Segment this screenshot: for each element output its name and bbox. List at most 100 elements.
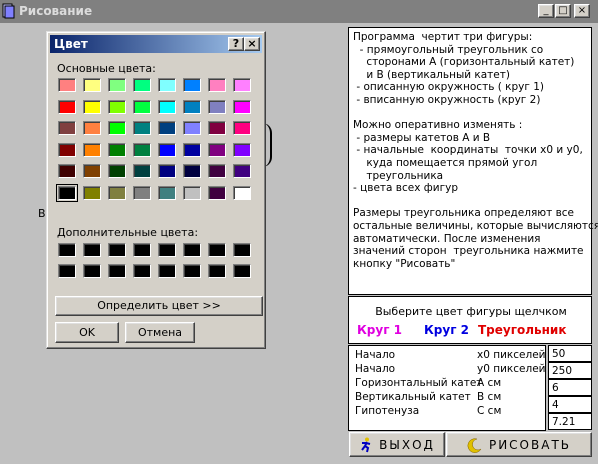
color-swatch[interactable] [108,121,126,135]
ok-button[interactable]: OK [55,322,119,343]
parameters-panel: Начало x0 пикселей Начало y0 пикселей Го… [348,345,546,431]
color-swatch[interactable] [183,78,201,92]
color-swatch[interactable] [158,142,176,157]
color-dialog: Цвет ? × Основные цвета: Дополнительные … [46,31,266,349]
exit-label: ВЫХОД [379,437,435,452]
draw-button[interactable]: РИСОВАТЬ [446,432,592,457]
color-swatch[interactable] [208,264,226,278]
color-swatch[interactable] [58,164,76,178]
dialog-close-button[interactable]: × [244,37,260,51]
color-swatch[interactable] [208,121,226,135]
param-label: Начало [355,349,396,361]
color-swatch[interactable] [208,185,226,200]
color-swatch[interactable] [208,243,226,257]
color-swatch[interactable] [158,185,176,200]
color-swatch[interactable] [133,264,151,278]
color-swatch[interactable] [158,78,176,92]
color-swatch[interactable] [58,121,76,135]
color-swatch[interactable] [183,142,201,157]
color-swatch[interactable] [183,121,201,135]
color-swatch[interactable] [183,264,201,278]
exit-button[interactable]: ВЫХОД [349,432,445,457]
color-swatch[interactable] [58,264,76,278]
basic-colors-label: Основные цвета: [57,62,156,75]
color-swatch[interactable] [233,121,251,135]
color-swatch[interactable] [56,183,78,202]
x0-input[interactable]: 50 [548,345,592,362]
param-unit: y0 пикселей [477,363,546,375]
color-swatch[interactable] [183,185,201,200]
color-swatch[interactable] [83,78,101,92]
color-swatch[interactable] [133,142,151,157]
figure-circle2[interactable]: Круг 2 [424,323,469,337]
color-swatch[interactable] [108,142,126,157]
color-swatch[interactable] [83,264,101,278]
figure-circle1[interactable]: Круг 1 [357,323,402,337]
color-swatch[interactable] [83,142,101,157]
color-swatch[interactable] [183,164,201,178]
color-swatch[interactable] [233,264,251,278]
y0-input[interactable]: 250 [548,362,592,379]
crescent-icon [467,437,482,453]
param-label: Гипотенуза [355,405,420,417]
color-swatch[interactable] [233,164,251,178]
dialog-title: Цвет [54,37,88,51]
color-swatch[interactable] [108,99,126,114]
minimize-button[interactable]: _ [538,4,554,18]
color-swatch[interactable] [83,164,101,178]
param-unit: C см [477,405,502,417]
running-man-icon [361,437,371,452]
dialog-titlebar: Цвет ? × [50,35,262,53]
color-swatch[interactable] [158,243,176,257]
param-unit: A см [477,377,502,389]
side-a-input[interactable]: 6 [548,379,592,396]
color-swatch[interactable] [58,243,76,257]
color-swatch[interactable] [58,142,76,157]
color-swatch[interactable] [108,78,126,92]
color-swatch[interactable] [108,264,126,278]
color-swatch[interactable] [183,99,201,114]
window-title: Рисование [19,4,93,18]
color-swatch[interactable] [233,78,251,92]
help-button[interactable]: ? [228,37,244,51]
cancel-button[interactable]: Отмена [125,322,195,343]
color-swatch[interactable] [108,243,126,257]
color-swatch[interactable] [208,99,226,114]
color-swatch[interactable] [208,78,226,92]
color-swatch[interactable] [208,164,226,178]
color-swatch[interactable] [83,185,101,200]
color-swatch[interactable] [83,121,101,135]
close-button[interactable]: × [574,4,590,18]
color-swatch[interactable] [83,243,101,257]
color-swatch[interactable] [233,243,251,257]
side-b-input[interactable]: 4 [548,396,592,413]
maximize-button[interactable]: □ [555,4,571,18]
color-swatch[interactable] [158,164,176,178]
color-swatch[interactable] [158,99,176,114]
main-titlebar: Рисование _ □ × [0,0,598,23]
color-swatch[interactable] [108,185,126,200]
color-swatch[interactable] [133,121,151,135]
color-swatch[interactable] [208,142,226,157]
color-swatch[interactable] [58,78,76,92]
color-swatch[interactable] [133,99,151,114]
color-swatch[interactable] [58,99,76,114]
color-swatch[interactable] [133,164,151,178]
color-prompt: Выберите цвет фигуры щелчком [375,305,567,318]
app-icon [2,3,15,19]
figure-triangle[interactable]: Треугольник [478,323,566,337]
color-swatch[interactable] [133,185,151,200]
color-swatch[interactable] [133,243,151,257]
color-swatch[interactable] [158,264,176,278]
color-swatch[interactable] [233,185,251,200]
color-swatch[interactable] [183,243,201,257]
color-swatch[interactable] [133,78,151,92]
color-swatch[interactable] [83,99,101,114]
define-color-button[interactable]: Определить цвет >> [55,296,263,316]
color-swatch[interactable] [233,142,251,157]
param-label: Вертикальный катет [355,391,471,403]
color-swatch[interactable] [233,99,251,114]
canvas-label-b: B [38,207,46,220]
color-swatch[interactable] [158,121,176,135]
color-swatch[interactable] [108,164,126,178]
